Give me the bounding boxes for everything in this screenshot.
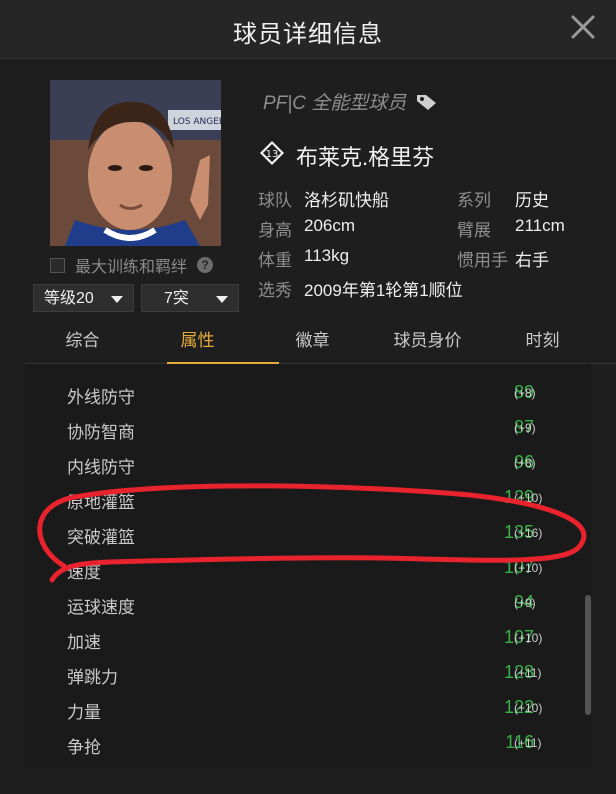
list-item: 突破灌篮 135 (+16) [25, 516, 585, 550]
attribute-bonus: (+9) [514, 421, 536, 435]
attribute-list[interactable]: 外线防守 89 (+8) 协防智商 87 (+9) 内线防守 96 (+8) 原… [25, 364, 591, 768]
series-value: 历史 [515, 191, 549, 210]
close-icon[interactable] [568, 12, 598, 42]
list-item: 外线防守 89 (+8) [25, 376, 585, 410]
tab-moments[interactable]: 时刻 [485, 322, 600, 364]
attribute-label: 原地灌篮 [67, 493, 135, 512]
draft-value: 2009年第1轮第1顺位 [304, 281, 463, 300]
team-label: 球队 [258, 191, 292, 210]
player-name: 布莱克.格里芬 [296, 145, 435, 170]
attribute-label: 外线防守 [67, 388, 135, 407]
attribute-label: 运球速度 [67, 598, 135, 617]
attribute-label: 争抢 [67, 738, 101, 757]
attribute-bonus: (+9) [514, 596, 536, 610]
attribute-label: 力量 [67, 703, 101, 722]
list-item: 加速 107 (+10) [25, 621, 585, 655]
attribute-bonus: (+11) [514, 736, 542, 750]
max-training-checkbox[interactable] [50, 257, 65, 273]
tab-overview[interactable]: 综合 [25, 322, 140, 364]
list-item: 力量 122 (+10) [25, 691, 585, 725]
help-icon[interactable]: ? [197, 257, 214, 273]
dialog-title: 球员详细信息 [233, 21, 383, 48]
tab-bar: 综合 属性 徽章 球员身价 时刻 [25, 322, 616, 364]
level-select-value: 等级20 [44, 290, 94, 307]
list-item: 弹跳力 128 (+11) [25, 656, 585, 690]
title-bar: 球员详细信息 [0, 0, 616, 59]
list-scrollbar[interactable] [585, 595, 591, 715]
series-label: 系列 [457, 191, 491, 210]
player-detail-dialog: 球员详细信息 LOS ANGELES 最大训练和羁绊 ? 等级20 [0, 0, 616, 794]
attribute-bonus: (+8) [514, 386, 536, 400]
photo-jersey-text: LOS ANGELES [173, 117, 221, 127]
list-item: 内线防守 96 (+8) [25, 446, 585, 480]
list-item: 争抢 116 (+11) [25, 726, 585, 760]
attribute-label: 协防智商 [67, 423, 135, 442]
attribute-bonus: (+11) [514, 666, 542, 680]
chevron-down-icon [216, 296, 228, 303]
weight-value: 113kg [304, 246, 350, 265]
attribute-bonus: (+10) [514, 631, 543, 645]
max-training-label: 最大训练和羁绊 [75, 259, 188, 276]
tag-icon[interactable] [416, 93, 438, 111]
level-select[interactable]: 等级20 [33, 284, 134, 312]
draft-label: 选秀 [258, 281, 292, 300]
player-photo: LOS ANGELES [50, 80, 221, 246]
hand-label: 惯用手 [457, 251, 508, 270]
attribute-bonus: (+10) [514, 491, 543, 505]
wingspan-value: 211cm [515, 216, 565, 235]
position-label: PF|C 全能型球员 [263, 93, 407, 114]
list-item: 原地灌篮 129 (+10) [25, 481, 585, 515]
attribute-bonus: (+10) [514, 561, 543, 575]
jersey-number-icon: 13 [260, 141, 284, 165]
jersey-number: 13 [266, 149, 279, 160]
team-value: 洛杉矶快船 [304, 191, 389, 210]
attribute-bonus: (+10) [514, 701, 543, 715]
attribute-bonus: (+8) [514, 456, 536, 470]
attribute-bonus: (+16) [514, 526, 543, 540]
attribute-label: 突破灌篮 [67, 528, 135, 547]
attribute-label: 弹跳力 [67, 668, 118, 687]
tab-badges[interactable]: 徽章 [255, 322, 370, 364]
attribute-label: 加速 [67, 633, 101, 652]
chevron-down-icon [111, 296, 123, 303]
list-item: 协防智商 87 (+9) [25, 411, 585, 445]
attribute-label: 速度 [67, 563, 101, 582]
height-label: 身高 [258, 221, 292, 240]
tab-attributes[interactable]: 属性 [140, 322, 255, 364]
player-position: PF|C 全能型球员 [263, 88, 438, 115]
tab-player-value[interactable]: 球员身价 [370, 322, 485, 364]
breakthrough-select-value: 7突 [164, 290, 189, 307]
attribute-label: 内线防守 [67, 458, 135, 477]
list-item: 运球速度 94 (+9) [25, 586, 585, 620]
max-training-row: 最大训练和羁绊 ? [50, 255, 214, 276]
breakthrough-select[interactable]: 7突 [141, 284, 239, 312]
wingspan-label: 臂展 [457, 221, 491, 240]
list-item: 速度 107 (+10) [25, 551, 585, 585]
weight-label: 体重 [258, 251, 292, 270]
hand-value: 右手 [515, 251, 549, 270]
height-value: 206cm [304, 216, 356, 235]
